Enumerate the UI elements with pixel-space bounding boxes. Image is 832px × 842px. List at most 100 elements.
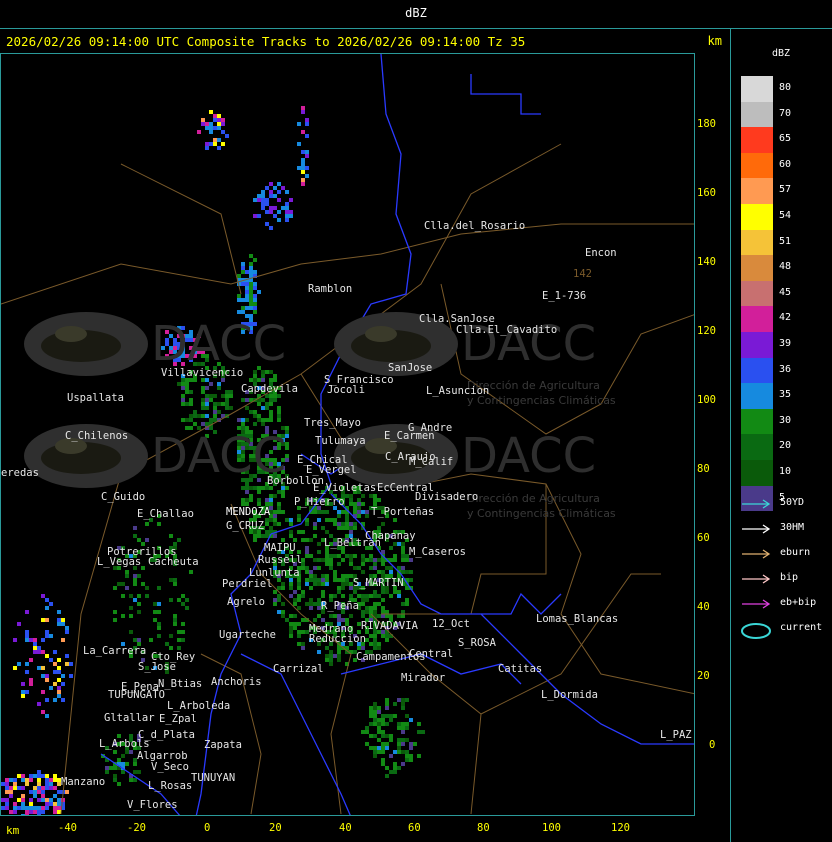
echo-pixel	[189, 570, 193, 574]
place-label: TUPUNGATO	[108, 689, 165, 701]
echo-pixel	[381, 750, 385, 754]
echo-pixel	[297, 514, 301, 518]
echo-pixel	[349, 558, 353, 562]
echo-pixel	[249, 262, 253, 266]
echo-pixel	[117, 582, 121, 586]
echo-pixel	[301, 538, 305, 542]
echo-pixel	[69, 662, 73, 666]
echo-pixel	[201, 122, 205, 126]
place-label: Catitas	[498, 663, 543, 675]
echo-pixel	[373, 610, 377, 614]
echo-pixel	[121, 770, 125, 774]
echo-pixel	[9, 810, 13, 814]
echo-pixel	[133, 778, 137, 782]
echo-pixel	[141, 566, 145, 570]
scale-swatch: 57	[741, 178, 791, 204]
echo-pixel	[269, 518, 273, 522]
echo-pixel	[381, 714, 385, 718]
echo-pixel	[137, 610, 141, 614]
echo-pixel	[373, 638, 377, 642]
echo-pixel	[357, 514, 361, 518]
echo-pixel	[125, 750, 129, 754]
echo-pixel	[249, 294, 253, 298]
echo-pixel	[289, 518, 293, 522]
echo-pixel	[377, 718, 381, 722]
echo-pixel	[401, 570, 405, 574]
echo-pixel	[229, 390, 233, 394]
echo-pixel	[241, 270, 245, 274]
echo-pixel	[301, 150, 305, 154]
track-arrow-icon	[742, 549, 771, 559]
echo-pixel	[277, 594, 281, 598]
echo-pixel	[381, 550, 385, 554]
echo-pixel	[49, 602, 53, 606]
echo-pixel	[333, 654, 337, 658]
echo-pixel	[21, 798, 25, 802]
echo-pixel	[269, 226, 273, 230]
echo-pixel	[377, 722, 381, 726]
echo-pixel	[221, 130, 225, 134]
echo-pixel	[317, 650, 321, 654]
echo-pixel	[385, 742, 389, 746]
echo-pixel	[353, 566, 357, 570]
echo-pixel	[69, 674, 73, 678]
echo-pixel	[341, 550, 345, 554]
echo-pixel	[213, 126, 217, 130]
echo-pixel	[117, 758, 121, 762]
echo-pixel	[261, 422, 265, 426]
echo-pixel	[173, 622, 177, 626]
echo-pixel	[381, 598, 385, 602]
echo-pixel	[341, 558, 345, 562]
echo-pixel	[301, 166, 305, 170]
echo-pixel	[193, 410, 197, 414]
echo-pixel	[45, 630, 49, 634]
echo-pixel	[285, 618, 289, 622]
track-legend-item: current	[741, 621, 831, 639]
radar-map[interactable]: DACC DACC Dirección de Agricultura y Con…	[0, 53, 695, 816]
echo-pixel	[29, 810, 33, 814]
echo-pixel	[177, 382, 181, 386]
scale-swatch: 42	[741, 306, 791, 332]
echo-pixel	[181, 630, 185, 634]
echo-pixel	[181, 594, 185, 598]
echo-pixel	[377, 646, 381, 650]
echo-pixel	[257, 418, 261, 422]
echo-pixel	[329, 650, 333, 654]
echo-pixel	[301, 530, 305, 534]
echo-pixel	[193, 414, 197, 418]
place-label: Uspallata	[67, 392, 124, 404]
echo-pixel	[49, 778, 53, 782]
place-label: C_Chilenos	[65, 430, 129, 442]
y-tick: 40	[697, 601, 710, 613]
echo-pixel	[65, 626, 69, 630]
echo-pixel	[205, 422, 209, 426]
echo-pixel	[397, 566, 401, 570]
echo-pixel	[349, 594, 353, 598]
echo-pixel	[341, 586, 345, 590]
y-tick: 140	[697, 256, 716, 268]
echo-pixel	[113, 750, 117, 754]
echo-pixel	[289, 634, 293, 638]
echo-pixel	[13, 786, 17, 790]
echo-pixel	[57, 670, 61, 674]
echo-pixel	[293, 614, 297, 618]
echo-pixel	[213, 406, 217, 410]
echo-pixel	[209, 122, 213, 126]
echo-pixel	[297, 594, 301, 598]
echo-pixel	[17, 786, 21, 790]
place-label: L_Vegas	[97, 556, 142, 568]
echo-pixel	[173, 618, 177, 622]
echo-pixel	[289, 594, 293, 598]
echo-pixel	[213, 410, 217, 414]
echo-pixel	[253, 538, 257, 542]
echo-pixel	[177, 598, 181, 602]
echo-pixel	[25, 806, 29, 810]
echo-pixel	[329, 662, 333, 666]
track-legend-label: eburn	[780, 547, 811, 558]
echo-pixel	[369, 558, 373, 562]
scale-swatch: 45	[741, 280, 791, 307]
echo-pixel	[305, 174, 309, 178]
echo-pixel	[373, 722, 377, 726]
place-label: E_Zpal	[159, 713, 197, 725]
x-tick: -20	[127, 822, 146, 834]
